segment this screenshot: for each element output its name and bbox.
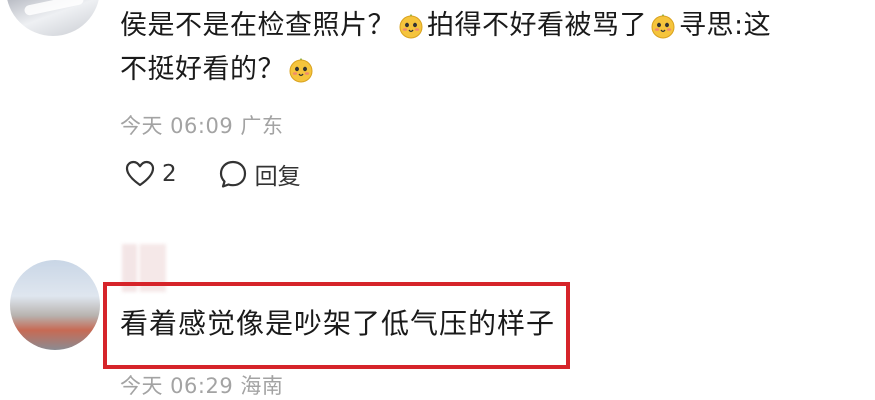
- comment-time: 今天 06:09: [120, 114, 234, 138]
- cute-face-emoji-icon: [399, 14, 423, 39]
- comment-actions: 2 回复: [124, 156, 301, 192]
- cute-face-emoji-icon: [651, 14, 675, 39]
- comment-location: 海南: [240, 374, 284, 398]
- like-count: 2: [162, 161, 177, 187]
- heart-icon[interactable]: [124, 158, 156, 190]
- cute-face-emoji-icon: [289, 58, 313, 83]
- comment-time: 今天 06:29: [120, 374, 234, 398]
- highlight-box: [103, 282, 570, 369]
- reply-button[interactable]: 回复: [255, 157, 301, 191]
- comment-bubble-icon[interactable]: [217, 158, 249, 190]
- avatar[interactable]: [10, 260, 100, 350]
- comment-location: 广东: [240, 114, 284, 138]
- comment-meta: 今天 06:29 海南: [120, 370, 283, 400]
- comment-text-part: 拍得不好看被骂了: [427, 10, 647, 41]
- avatar[interactable]: [6, 0, 100, 36]
- comment-meta: 今天 06:09 广东: [120, 110, 283, 140]
- comment-text-part: 不挺好看的？: [120, 54, 285, 85]
- comment-text-part: 侯是不是在检查照片？: [120, 10, 395, 41]
- comment-text: 侯是不是在检查照片？ 拍得不好看被骂了 寻思:这不挺好看的？: [120, 4, 840, 92]
- comment-text-part: 寻思:这: [679, 10, 772, 41]
